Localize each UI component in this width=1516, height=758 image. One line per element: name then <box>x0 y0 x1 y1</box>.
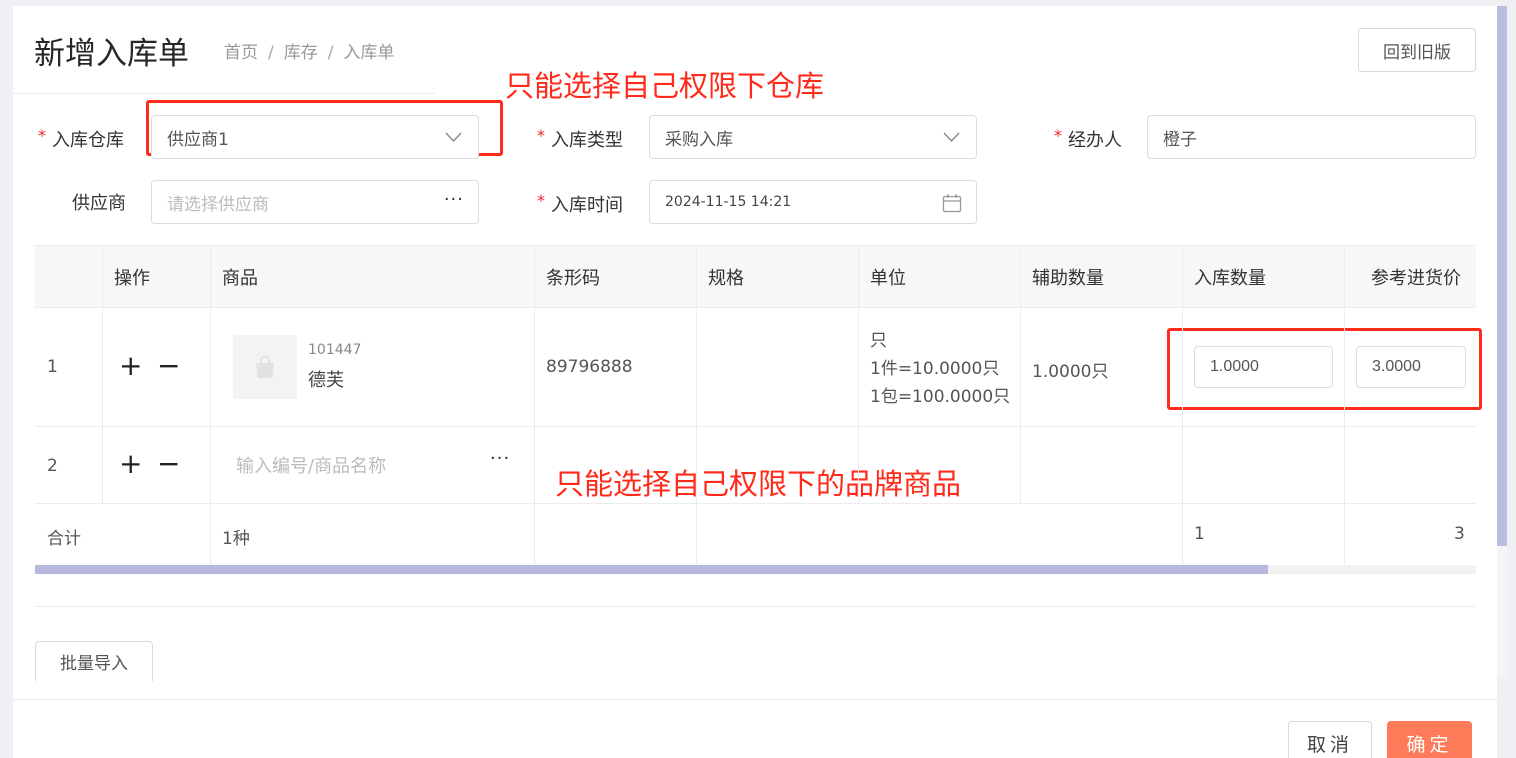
handler-input[interactable]: 橙子 <box>1147 115 1476 159</box>
qty-input[interactable] <box>1194 346 1333 388</box>
breadcrumb-stock-in: 入库单 <box>343 43 395 63</box>
vertical-scrollbar-thumb[interactable] <box>1497 6 1507 546</box>
header-divider <box>13 93 435 94</box>
chevron-down-icon <box>943 132 960 143</box>
back-to-old-version-button[interactable]: 回到旧版 <box>1358 28 1476 72</box>
price-input[interactable] <box>1356 346 1466 388</box>
breadcrumb: 首页 / 库存 / 入库单 <box>224 38 394 63</box>
cancel-button[interactable]: 取消 <box>1288 721 1372 758</box>
product-image-placeholder <box>233 335 297 399</box>
row-index: 1 <box>47 357 58 377</box>
total-qty: 1 <box>1194 524 1205 544</box>
supplier-label: 供应商 <box>72 193 126 214</box>
warehouse-select[interactable]: 供应商1 <box>151 115 479 159</box>
product-search-input[interactable]: 输入编号/商品名称 <box>236 452 386 478</box>
calendar-icon <box>942 194 962 213</box>
annotation-warehouse-note: 只能选择自己权限下仓库 <box>505 69 825 103</box>
handler-label: * 经办人 <box>1054 126 1122 151</box>
total-label: 合计 <box>47 529 81 549</box>
supplier-picker[interactable]: 请选择供应商 ··· <box>151 180 479 224</box>
stock-in-items-table: 操作 商品 条形码 规格 单位 辅助数量 入库数量 参考进货价 1 + − 10… <box>35 245 1476 566</box>
col-header-qty: 入库数量 <box>1194 268 1266 289</box>
product-code: 101447 <box>308 342 362 358</box>
col-header-aux-qty: 辅助数量 <box>1032 268 1104 289</box>
barcode-value: 89796888 <box>546 357 633 377</box>
col-header-product: 商品 <box>222 268 258 289</box>
add-row-icon[interactable]: + <box>119 450 142 478</box>
confirm-button[interactable]: 确定 <box>1387 721 1472 758</box>
horizontal-scrollbar-thumb[interactable] <box>35 565 1268 574</box>
more-icon[interactable]: ··· <box>444 189 464 210</box>
col-header-action: 操作 <box>114 268 150 289</box>
unit-value: 只 1件=10.0000只 1包=100.0000只 <box>870 331 1011 407</box>
add-row-icon[interactable]: + <box>119 352 142 380</box>
stock-in-type-select[interactable]: 采购入库 <box>649 115 977 159</box>
remove-row-icon[interactable]: − <box>157 450 180 478</box>
batch-import-button[interactable]: 批量导入 <box>35 641 153 681</box>
page-title: 新增入库单 <box>34 36 189 72</box>
breadcrumb-separator: / <box>268 43 274 63</box>
footer-divider <box>13 699 1497 700</box>
remove-row-icon[interactable]: − <box>157 352 180 380</box>
warehouse-label: * 入库仓库 <box>38 126 124 151</box>
breadcrumb-separator: / <box>327 43 334 63</box>
breadcrumb-home[interactable]: 首页 <box>224 43 258 63</box>
stock-in-time-picker[interactable]: 2024-11-15 14:21 <box>649 180 977 224</box>
col-header-unit: 单位 <box>870 268 906 289</box>
breadcrumb-inventory[interactable]: 库存 <box>284 43 318 63</box>
product-name: 德芙 <box>308 370 344 391</box>
vertical-scrollbar-track[interactable] <box>1497 546 1507 676</box>
aux-qty-value: 1.0000只 <box>1032 362 1109 382</box>
horizontal-scrollbar-track[interactable] <box>1268 565 1476 574</box>
col-header-ref-price: 参考进货价 <box>1371 268 1461 289</box>
more-icon[interactable]: ··· <box>490 448 510 469</box>
stock-in-time-label: * 入库时间 <box>537 191 623 216</box>
chevron-down-icon <box>445 132 462 143</box>
section-divider <box>35 606 1476 607</box>
shopping-bag-icon <box>256 355 274 378</box>
stock-in-type-label: * 入库类型 <box>537 126 623 151</box>
col-header-barcode: 条形码 <box>546 268 600 289</box>
row-index: 2 <box>47 456 58 476</box>
col-header-spec: 规格 <box>708 268 744 289</box>
total-price: 3 <box>1454 524 1465 544</box>
total-kinds: 1种 <box>222 529 250 549</box>
